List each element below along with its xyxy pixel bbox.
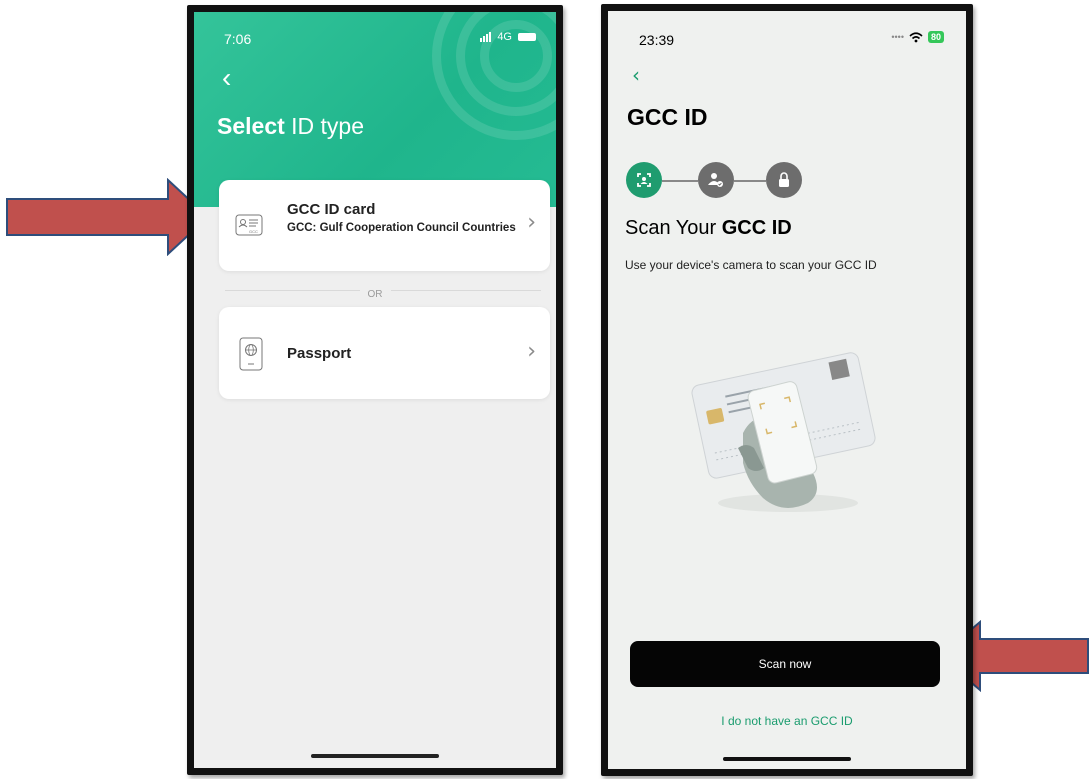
- scan-heading: Scan Your GCC ID: [625, 217, 792, 240]
- svg-text:GCC: GCC: [249, 229, 258, 234]
- step-connector: [662, 180, 698, 182]
- step-connector: [734, 180, 766, 182]
- back-button[interactable]: ‹: [222, 64, 231, 92]
- scan-heading-bold: GCC ID: [721, 217, 792, 239]
- page-title: GCC ID: [627, 104, 708, 130]
- chevron-right-icon: ›: [527, 210, 536, 235]
- scan-illustration: [691, 352, 876, 512]
- battery-icon: 80: [927, 31, 944, 43]
- or-label: OR: [359, 289, 391, 300]
- wifi-icon: [909, 31, 923, 42]
- network-label: 4G: [497, 31, 512, 43]
- gcc-card-title: GCC ID card: [287, 201, 376, 218]
- phone-frame-left: 7:06 4G ‹ Select ID type GCC GCC ID card…: [187, 5, 563, 775]
- or-separator: OR: [194, 284, 556, 302]
- scan-now-button[interactable]: Scan now: [630, 641, 940, 687]
- progress-stepper: [626, 162, 802, 200]
- passport-icon: [239, 337, 263, 371]
- phone-frame-right: 23:39 •••• 80 ‹ GCC ID Scan Your GCC ID …: [601, 4, 973, 776]
- step-scan-icon: [626, 162, 662, 198]
- no-gcc-id-link[interactable]: I do not have an GCC ID: [608, 714, 966, 728]
- passport-title: Passport: [287, 345, 352, 362]
- home-indicator: [723, 757, 851, 761]
- scan-gcc-screen: 23:39 •••• 80 ‹ GCC ID Scan Your GCC ID …: [608, 11, 966, 769]
- status-indicators: 4G: [480, 31, 536, 43]
- gcc-card-subtitle: GCC: Gulf Cooperation Council Countries: [287, 222, 516, 234]
- pointer-arrow-left: [6, 178, 210, 256]
- page-title-rest: ID type: [284, 113, 365, 139]
- signal-icon: ••••: [891, 32, 904, 42]
- signal-icon: [480, 32, 492, 42]
- home-indicator: [311, 754, 439, 758]
- status-time: 23:39: [639, 32, 675, 48]
- status-time: 7:06: [224, 31, 252, 47]
- step-verify-icon: [698, 162, 734, 198]
- id-card-icon: GCC: [235, 214, 263, 236]
- back-button[interactable]: ‹: [632, 63, 640, 87]
- scan-heading-normal: Scan Your: [625, 217, 722, 239]
- passport-option[interactable]: Passport ›: [219, 307, 550, 399]
- step-lock-icon: [766, 162, 802, 198]
- select-id-screen: 7:06 4G ‹ Select ID type GCC GCC ID card…: [194, 12, 556, 768]
- page-title: Select ID type: [217, 113, 364, 140]
- battery-icon: [518, 33, 536, 41]
- chevron-right-icon: ›: [527, 339, 536, 364]
- page-title-bold: Select: [217, 113, 285, 139]
- scan-description: Use your device's camera to scan your GC…: [625, 258, 877, 272]
- gcc-id-card-option[interactable]: GCC GCC ID card GCC: Gulf Cooperation Co…: [219, 180, 550, 271]
- status-indicators: •••• 80: [891, 31, 944, 43]
